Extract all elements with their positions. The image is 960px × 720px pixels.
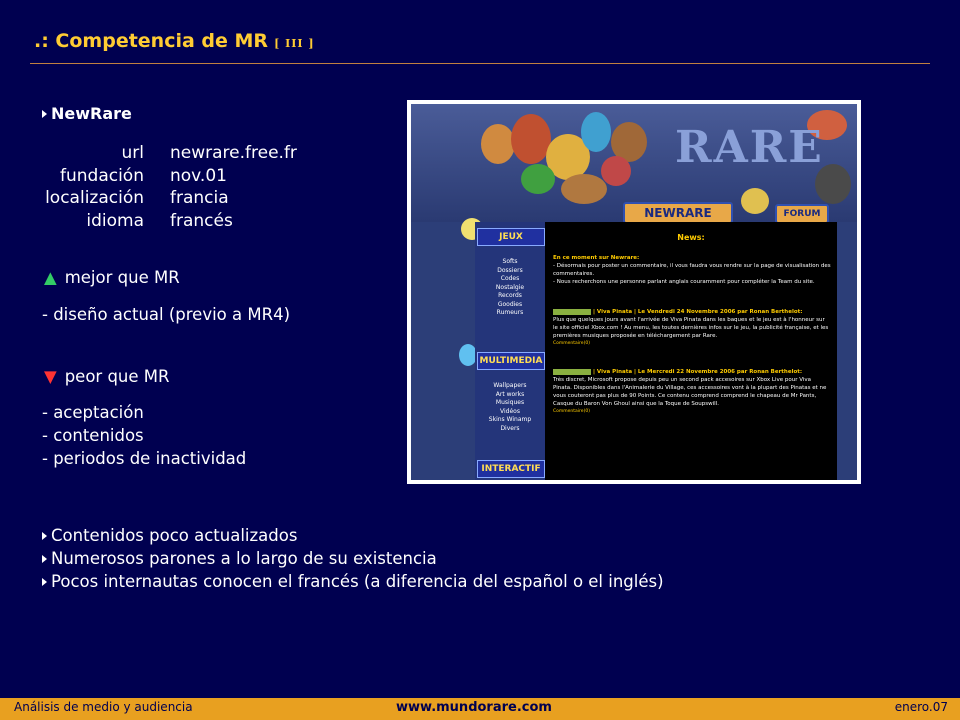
footer-left-text: Análisis de medio y audiencia <box>14 700 193 714</box>
info-row-language: idioma francés <box>0 210 297 233</box>
footer-date: enero.07 <box>894 700 948 714</box>
info-row-foundation: fundación nov.01 <box>0 165 297 188</box>
arrow-bullet-icon <box>42 531 47 540</box>
post-comments-link: Commentaire(0) <box>553 409 590 414</box>
arrow-bullet-icon <box>42 109 47 118</box>
site-info-table: url newrare.free.fr fundación nov.01 local… <box>0 142 297 232</box>
conclusion-text: Numerosos parones a lo largo de su exist… <box>51 549 437 568</box>
screenshot-content: RARE NEWRARE FORUM JEUX Softs Dossiers C… <box>411 104 857 480</box>
viva-pinata-logo-icon <box>553 368 591 375</box>
slide-footer: Análisis de medio y audiencia www.mundor… <box>0 698 960 720</box>
title-divider <box>30 63 930 64</box>
post-header-text: | Viva Pinata | Le Vendredi 24 Novembre … <box>593 309 803 315</box>
slide-title-text: .: Competencia de MR <box>34 30 269 52</box>
sidebar-link: Codes <box>500 275 520 282</box>
info-value: francia <box>170 188 229 208</box>
site-name: NewRare <box>42 104 132 123</box>
sidebar-link: Rumeurs <box>496 309 524 316</box>
site-banner: RARE NEWRARE FORUM <box>411 104 857 224</box>
better-list: - diseño actual (previo a MR4) <box>42 305 290 324</box>
better-heading: ▲ mejor que MR <box>44 268 180 287</box>
better-item: - diseño actual (previo a MR4) <box>42 305 291 324</box>
post-header: | Viva Pinata | Le Mercredi 22 Novembre … <box>553 368 831 376</box>
sidebar-link: Divers <box>500 424 520 432</box>
character-art <box>521 164 555 194</box>
post-header: | Viva Pinata | Le Vendredi 24 Novembre … <box>553 308 831 316</box>
forum-tab: FORUM <box>775 204 829 224</box>
sidebar-link: Dossiers <box>497 266 523 274</box>
news-title: News: <box>677 233 705 242</box>
newrare-tab: NEWRARE <box>623 202 733 224</box>
info-key: url <box>121 143 145 163</box>
info-row-location: localización francia <box>0 187 297 210</box>
character-art <box>581 112 611 152</box>
conclusion-item: Pocos internautas conocen el francés (a … <box>42 570 664 593</box>
sidebar-link: Skins Winamp <box>488 416 532 423</box>
info-key: idioma <box>86 210 144 231</box>
info-value: francés <box>170 210 233 231</box>
conclusion-item: Contenidos poco actualizados <box>42 524 664 547</box>
character-art <box>561 174 607 204</box>
post-body: Plus que quelques jours avant l'arrivée … <box>553 317 829 339</box>
arrow-bullet-icon <box>42 577 47 586</box>
sidebar-link: Records <box>498 292 522 299</box>
character-art <box>511 114 551 164</box>
info-key: fundación <box>60 165 144 186</box>
intro-line: - Nous recherchons une personne parlant … <box>553 279 815 285</box>
sidebar-link: Nostalgie <box>495 283 525 291</box>
sidebar-link: Musiques <box>495 399 525 406</box>
post-comments-link: Commentaire(0) <box>553 341 590 346</box>
site-name-text: NewRare <box>51 104 132 123</box>
worse-list: - aceptación - contenidos - periodos de … <box>42 401 246 470</box>
rare-logo: RARE <box>675 122 824 173</box>
slide-number-tag: [ III ] <box>274 37 315 50</box>
info-row-url: url newrare.free.fr <box>0 142 297 165</box>
conclusion-text: Pocos internautas conocen el francés (a … <box>51 572 664 591</box>
worse-heading-text: peor que MR <box>64 367 170 386</box>
info-value: nov.01 <box>170 165 227 186</box>
footer-website-link[interactable]: www.mundorare.com <box>396 700 552 715</box>
worse-item: - aceptación <box>42 403 144 422</box>
sidebar-link: Art works <box>495 390 525 398</box>
intro-heading: En ce moment sur Newrare: <box>553 255 640 261</box>
sidebar-link: Softs <box>502 258 518 265</box>
interactif-button: INTERACTIF <box>477 460 545 478</box>
conclusion-item: Numerosos parones a lo largo de su exist… <box>42 547 664 570</box>
post-header-text: | Viva Pinata | Le Mercredi 22 Novembre … <box>593 369 803 375</box>
slide-title: .: Competencia de MR [ III ] <box>34 30 315 52</box>
intro-line: - Désormais pour poster un commentaire, … <box>553 263 831 277</box>
jeux-links: Softs Dossiers Codes Nostalgie Records G… <box>475 258 545 318</box>
triangle-down-icon: ▼ <box>44 367 57 386</box>
info-value: newrare.free.fr <box>170 143 297 163</box>
newrare-website-screenshot: RARE NEWRARE FORUM JEUX Softs Dossiers C… <box>407 100 861 484</box>
multimedia-button: MULTIMEDIA <box>477 352 545 370</box>
better-heading-text: mejor que MR <box>64 268 180 287</box>
worse-item: - periodos de inactividad <box>42 449 247 468</box>
post-body: Très discret, Microsoft propose depuis p… <box>553 377 827 407</box>
arrow-bullet-icon <box>42 554 47 563</box>
sidebar-link: Goodies <box>497 300 523 308</box>
multimedia-links: Wallpapers Art works Musiques Vidéos Ski… <box>475 382 545 433</box>
sidebar-link: Wallpapers <box>493 382 527 389</box>
sidebar-link: Vidéos <box>500 407 520 415</box>
triangle-up-icon: ▲ <box>44 268 57 287</box>
jeux-button: JEUX <box>477 228 545 246</box>
character-art <box>481 124 515 164</box>
site-news-panel: News: En ce moment sur Newrare: - Désorm… <box>545 222 837 480</box>
conclusion-text: Contenidos poco actualizados <box>51 526 298 545</box>
site-sidebar: JEUX Softs Dossiers Codes Nostalgie Reco… <box>475 222 545 480</box>
screenshot-right-edge <box>837 222 857 480</box>
conclusions-list: Contenidos poco actualizados Numerosos p… <box>42 524 664 593</box>
viva-pinata-logo-icon <box>553 308 591 315</box>
worse-item: - contenidos <box>42 426 144 445</box>
character-art <box>741 188 769 214</box>
info-key: localización <box>45 188 144 208</box>
character-art <box>601 156 631 186</box>
worse-heading: ▼ peor que MR <box>44 367 169 386</box>
